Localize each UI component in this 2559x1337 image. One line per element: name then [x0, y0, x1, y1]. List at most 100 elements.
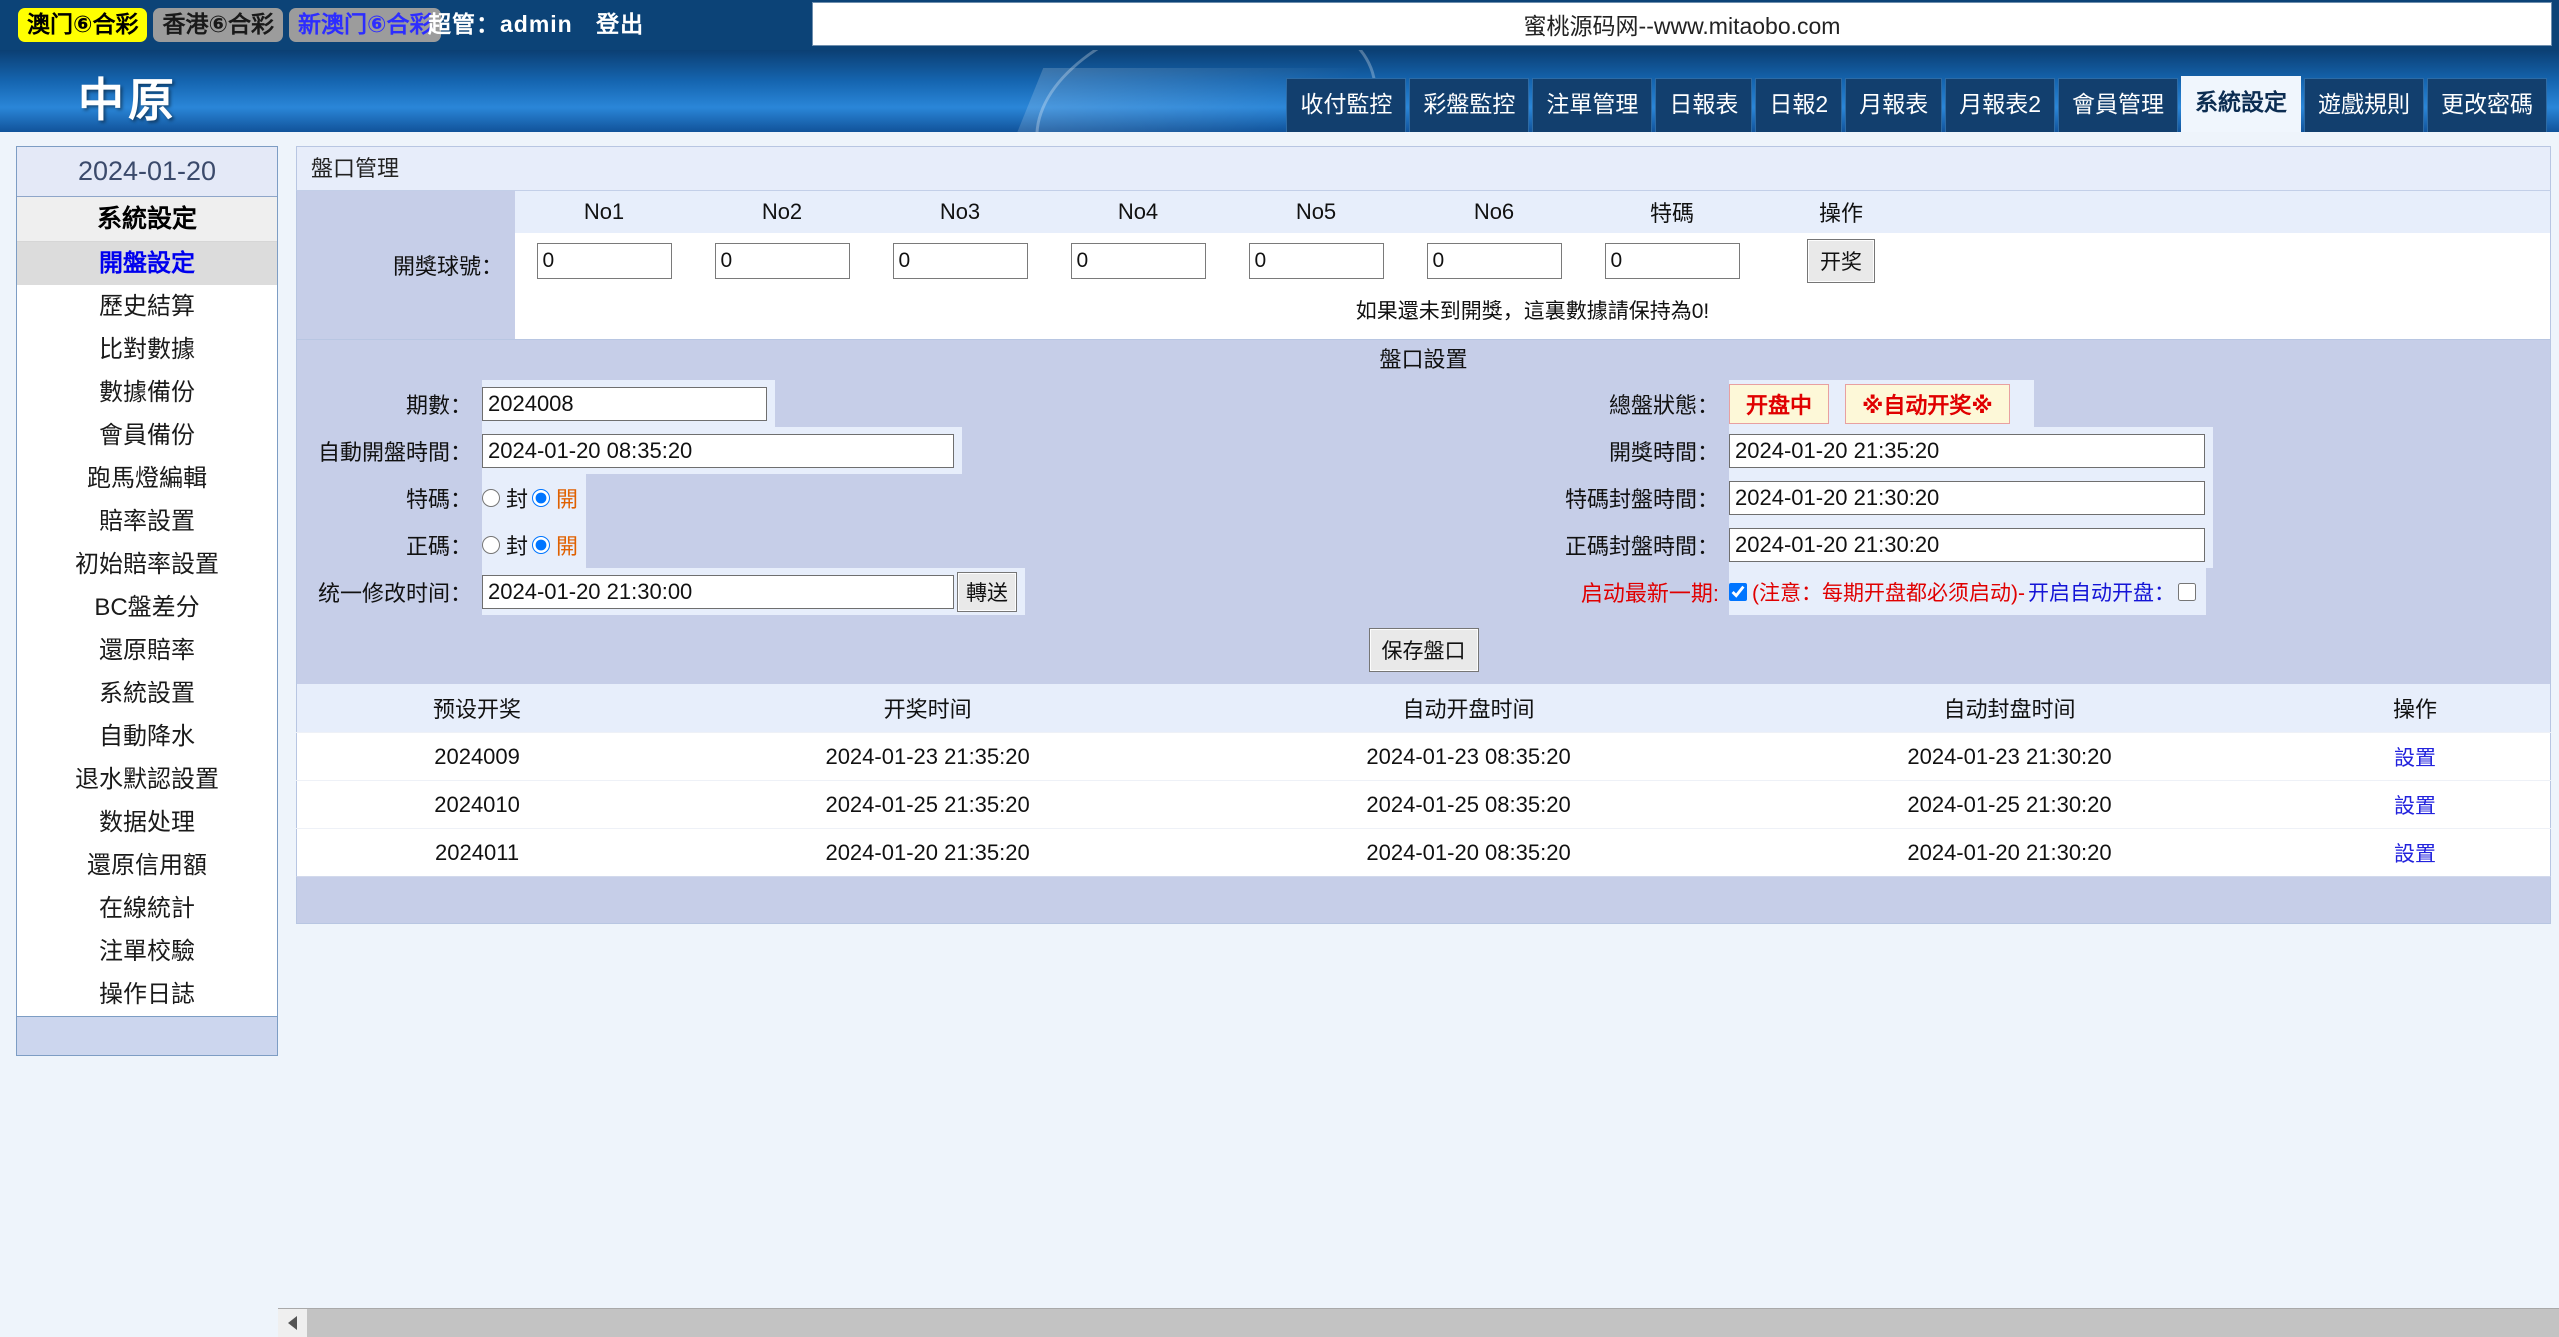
draw-input-no1[interactable]	[536, 243, 672, 279]
col-header-auto-close-time: 自动封盘时间	[1739, 684, 2280, 733]
special-code-radio-closed[interactable]	[482, 488, 500, 507]
logout-link[interactable]: 登出	[596, 11, 644, 37]
tab-ribaobiao[interactable]: 日報表	[1655, 78, 1753, 132]
save-board-button[interactable]: 保存盤口	[1368, 628, 1479, 672]
sidebar-item-shuju-beifen[interactable]: 數據備份	[17, 371, 277, 414]
sidebar-item-zidong-jiangshui[interactable]: 自動降水	[17, 715, 277, 758]
sidebar-item-zaixian-tongji[interactable]: 在線統計	[17, 887, 277, 930]
sidebar-item-paomadeng-bianji[interactable]: 跑馬燈編輯	[17, 457, 277, 500]
table-row: 2024009 2024-01-23 21:35:20 2024-01-23 0…	[296, 732, 2551, 781]
normal-code-radio-open[interactable]	[532, 535, 551, 554]
start-latest-note: (注意：每期开盘都必须启动)-	[1752, 581, 2025, 605]
field-special-row: 特碼： 封 開	[297, 474, 1479, 521]
sidebar-item-lishi-jiesuan[interactable]: 歷史結算	[17, 285, 277, 328]
draw-input-no5[interactable]	[1248, 243, 1384, 279]
draw-submit-button[interactable]: 开奖	[1807, 239, 1875, 283]
status-badge-open[interactable]: 开盘中	[1729, 383, 1830, 424]
start-latest-checkbox[interactable]	[1729, 582, 1747, 601]
special-close-time-label: 特碼封盤時間：	[1564, 486, 1719, 512]
special-close-time-input[interactable]	[1729, 480, 2205, 515]
col-header-draw-time: 开奖时间	[657, 684, 1199, 733]
tab-youxi-guize[interactable]: 遊戲規則	[2304, 78, 2424, 132]
tab-caipan-jiankong[interactable]: 彩盤監控	[1409, 78, 1530, 132]
sidebar-item-bc-pan-chafen[interactable]: BC盤差分	[17, 586, 277, 629]
game-tab-group: 澳门⑥合彩 香港⑥合彩 新澳门⑥合彩	[18, 8, 442, 42]
special-code-radio-open[interactable]	[532, 488, 551, 507]
tab-ribao2[interactable]: 日報2	[1755, 78, 1843, 132]
sidebar-item-kaipan-sheding[interactable]: 開盤設定	[17, 242, 277, 285]
row-settings-link[interactable]: 設置	[2394, 747, 2436, 770]
sidebar-item-huanyuan-peilv[interactable]: 還原賠率	[17, 629, 277, 672]
draw-input-no6[interactable]	[1426, 243, 1562, 279]
auto-open-toggle-label: 开启自动开盘：	[2027, 581, 2175, 605]
sidebar-item-bidui-shuju[interactable]: 比對數據	[17, 328, 277, 371]
scroll-left-arrow-icon[interactable]	[278, 1309, 307, 1337]
sidebar-item-huanyuan-xinyonge[interactable]: 還原信用額	[17, 844, 277, 887]
settings-section-title: 盤口設置	[296, 340, 2551, 380]
field-start-latest-row: 启动最新一期: (注意：每期开盘都必须启动)- 开启自动开盘：	[1479, 568, 2550, 615]
special-code-closed-label: 封	[506, 486, 529, 512]
settings-section-body: 期數： 自動開盤時間： 特碼： 封 開	[296, 380, 2551, 619]
draw-number-input-row: 开奖	[515, 233, 2550, 289]
main-nav-tabs: 收付監控 彩盤監控 注單管理 日報表 日報2 月報表 月報表2 會員管理 系統設…	[1283, 76, 2547, 132]
sidebar-item-peilv-shezhi[interactable]: 賠率設置	[17, 500, 277, 543]
draw-input-no3[interactable]	[892, 243, 1028, 279]
period-label: 期數：	[405, 392, 472, 418]
table-row: 2024010 2024-01-25 21:35:20 2024-01-25 0…	[296, 780, 2551, 829]
period-value-cell	[482, 380, 775, 427]
admin-info: 超管：admin 登出	[428, 10, 644, 38]
status-badge-auto-draw[interactable]: ※自动开奖※	[1845, 383, 2010, 424]
tab-huiyuan-guanli[interactable]: 會員管理	[2058, 78, 2178, 132]
draw-header-no2: No2	[761, 199, 803, 224]
game-tab-macau[interactable]: 澳门⑥合彩	[18, 8, 148, 42]
sidebar-item-xitong-shezhi[interactable]: 系統設置	[17, 672, 277, 715]
tab-shoufu-jiankong[interactable]: 收付監控	[1286, 78, 1407, 132]
tab-yuebaobiao2[interactable]: 月報表2	[1945, 78, 2055, 132]
draw-input-teima[interactable]	[1604, 243, 1740, 279]
sidebar-item-caozuo-rizhi[interactable]: 操作日誌	[17, 973, 277, 1016]
main-panel: 盤口管理 開獎球號： No1 No2 No3 No4 No5 No6 特碼 操作	[296, 146, 2551, 924]
draw-time-value-cell	[1729, 427, 2213, 474]
game-tab-new-macau[interactable]: 新澳门⑥合彩	[288, 8, 442, 42]
sidebar-item-chushi-peilv-shezhi[interactable]: 初始賠率設置	[17, 543, 277, 586]
unified-time-input[interactable]	[482, 574, 954, 609]
draw-hint-text: 如果還未到開獎，這裏數據請保持為0!	[515, 289, 2550, 339]
draw-header-action: 操作	[1818, 201, 1863, 226]
special-code-label: 特碼：	[405, 486, 472, 512]
draw-number-label: 開獎球號：	[297, 191, 515, 339]
col-header-action: 操作	[2279, 684, 2551, 733]
row-draw-time: 2024-01-25 21:35:20	[825, 791, 1030, 817]
normal-close-time-input[interactable]	[1729, 527, 2205, 562]
draw-time-label: 開獎時間：	[1608, 439, 1719, 465]
draw-time-input[interactable]	[1729, 433, 2205, 468]
transfer-button[interactable]: 轉送	[957, 571, 1017, 612]
draw-input-no2[interactable]	[714, 243, 850, 279]
draw-header-no1: No1	[583, 199, 625, 224]
tab-genggai-mima[interactable]: 更改密碼	[2427, 78, 2547, 132]
start-latest-value-cell: (注意：每期开盘都必须启动)- 开启自动开盘：	[1729, 568, 2206, 615]
game-tab-hongkong[interactable]: 香港⑥合彩	[153, 8, 283, 42]
top-bar: 澳门⑥合彩 香港⑥合彩 新澳门⑥合彩 超管：admin 登出 蜜桃源码网--ww…	[0, 0, 2559, 50]
site-logo: 中原	[78, 74, 178, 126]
sidebar-item-shuju-chuli[interactable]: 数据处理	[17, 801, 277, 844]
tab-zhudan-guanli[interactable]: 注單管理	[1532, 78, 1653, 132]
row-settings-link[interactable]: 設置	[2394, 843, 2436, 866]
col-header-period: 预设开奖	[296, 684, 658, 733]
auto-open-value-cell	[482, 427, 962, 474]
horizontal-scrollbar[interactable]	[278, 1308, 2559, 1337]
period-input[interactable]	[482, 386, 767, 421]
start-latest-note-group: (注意：每期开盘都必须启动)- 开启自动开盘：	[1729, 577, 2198, 607]
row-settings-link[interactable]: 設置	[2394, 795, 2436, 818]
tab-yuebaobiao[interactable]: 月報表	[1845, 78, 1943, 132]
board-status-label: 總盤狀態：	[1608, 392, 1719, 418]
tab-xitong-sheding[interactable]: 系統設定	[2181, 76, 2301, 132]
unified-time-value-cell: 轉送	[482, 568, 1025, 615]
draw-header-teima: 特碼	[1649, 201, 1694, 226]
auto-open-time-input[interactable]	[482, 433, 954, 468]
sidebar-item-zhudan-jiaoyan[interactable]: 注單校驗	[17, 930, 277, 973]
normal-code-radio-closed[interactable]	[482, 535, 500, 554]
sidebar-item-tuishui-moren-shezhi[interactable]: 退水默認設置	[17, 758, 277, 801]
draw-input-no4[interactable]	[1070, 243, 1206, 279]
auto-open-toggle-checkbox[interactable]	[2177, 582, 2196, 601]
sidebar-item-huiyuan-beifen[interactable]: 會員備份	[17, 414, 277, 457]
